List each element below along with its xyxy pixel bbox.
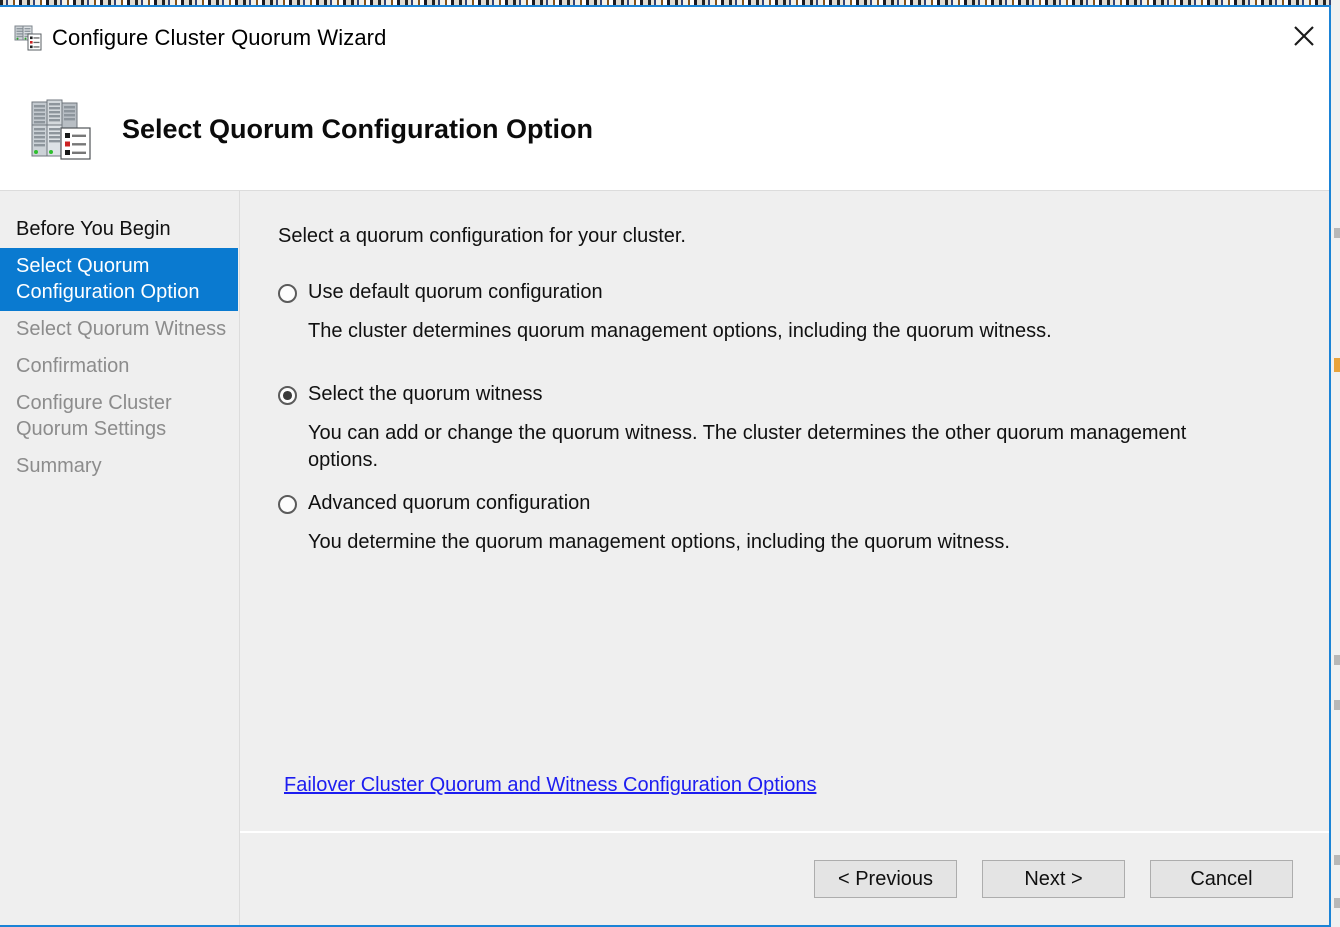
sidebar-item-select-quorum-witness[interactable]: Select Quorum Witness [0,311,239,348]
previous-button[interactable]: < Previous [814,860,957,898]
option-use-default-quorum-configuration[interactable]: Use default quorum configuration [278,280,1329,304]
configure-cluster-quorum-wizard-window: Configure Cluster Quorum Wizard Select Q… [0,5,1331,927]
content-pane: Select a quorum configuration for your c… [240,191,1329,925]
radio-use-default-quorum-configuration[interactable] [278,284,297,303]
server-cluster-checklist-icon [30,97,96,163]
cancel-button[interactable]: Cancel [1150,860,1293,898]
desktop-chip [1334,228,1340,238]
sidebar-item-label: Summary [16,455,102,477]
radio-advanced-quorum-configuration[interactable] [278,495,297,514]
window-body: Before You Begin Select Quorum Configura… [0,191,1329,925]
desktop-chip [1334,358,1340,372]
content-intro-text: Select a quorum configuration for your c… [278,225,686,247]
option-description: The cluster determines quorum management… [308,320,1052,342]
radio-select-the-quorum-witness[interactable] [278,386,297,405]
sidebar-item-label: Before You Begin [16,218,171,240]
sidebar-item-select-quorum-configuration-option[interactable]: Select Quorum Configuration Option [0,248,238,311]
desktop-right-strip [1331,0,1340,927]
sidebar-item-label: Configure Cluster Quorum Settings [16,392,172,440]
sidebar-item-label: Select Quorum Configuration Option [16,255,200,303]
wizard-step-sidebar: Before You Begin Select Quorum Configura… [0,191,240,925]
window-title: Configure Cluster Quorum Wizard [52,25,387,50]
desktop-chip [1334,898,1340,908]
option-description: You determine the quorum management opti… [308,531,1010,553]
desktop-chip [1334,700,1340,710]
option-label: Use default quorum configuration [308,281,603,303]
help-link-container: Failover Cluster Quorum and Witness Conf… [284,774,816,797]
desktop-chip [1334,655,1340,665]
page-banner: Select Quorum Configuration Option [0,69,1329,191]
option-select-the-quorum-witness[interactable]: Select the quorum witness [278,382,1329,406]
sidebar-item-label: Confirmation [16,355,130,377]
sidebar-item-before-you-begin[interactable]: Before You Begin [0,211,239,248]
option-label: Select the quorum witness [308,383,543,405]
sidebar-item-configure-cluster-quorum-settings[interactable]: Configure Cluster Quorum Settings [0,385,239,448]
next-button[interactable]: Next > [982,860,1125,898]
sidebar-item-summary[interactable]: Summary [0,448,239,485]
close-icon[interactable] [1281,7,1327,65]
wizard-footer: < Previous Next > Cancel [240,831,1329,925]
desktop-chip [1334,855,1340,865]
title-bar: Configure Cluster Quorum Wizard [0,7,1329,69]
page-title: Select Quorum Configuration Option [122,114,593,144]
option-description: You can add or change the quorum witness… [308,422,1187,471]
sidebar-item-label: Select Quorum Witness [16,318,227,340]
option-advanced-quorum-configuration[interactable]: Advanced quorum configuration [278,491,1329,515]
content-scroll-area: Select a quorum configuration for your c… [240,191,1329,831]
cluster-icon [14,24,42,52]
option-label: Advanced quorum configuration [308,492,591,514]
failover-cluster-quorum-help-link[interactable]: Failover Cluster Quorum and Witness Conf… [284,774,816,796]
sidebar-item-confirmation[interactable]: Confirmation [0,348,239,385]
